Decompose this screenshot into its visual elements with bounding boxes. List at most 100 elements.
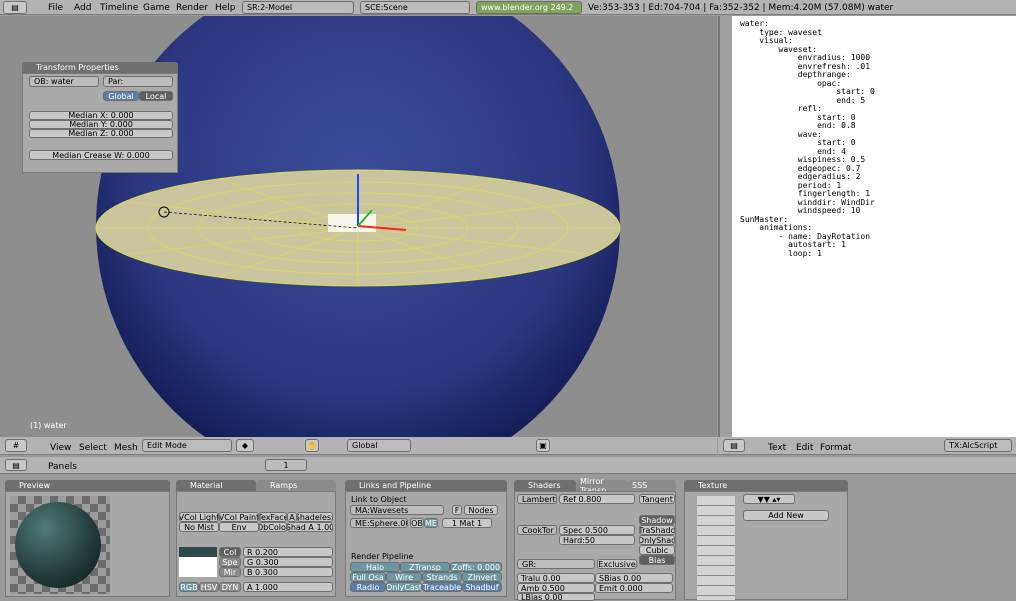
code-line[interactable]: loop: 1 [740, 249, 875, 259]
menu-edit[interactable]: Edit [794, 440, 815, 455]
menu-mesh[interactable]: Mesh [112, 440, 140, 455]
text-scrollbar[interactable] [720, 16, 732, 437]
editor-type-icon[interactable]: ▤ [3, 1, 27, 14]
menu-select[interactable]: Select [77, 440, 109, 455]
parent-field[interactable]: Par: [103, 76, 173, 87]
spec-slider[interactable]: Spec 0.500 [559, 525, 635, 535]
fake-user-button[interactable]: F [452, 505, 462, 515]
text-type-icon[interactable]: ▤ [723, 439, 745, 452]
menu-text[interactable]: Text [766, 440, 788, 455]
links-title[interactable]: Links and Pipeline [345, 480, 507, 491]
add-new-texture-button[interactable]: Add New [743, 510, 829, 521]
mat-index-field[interactable]: 1 Mat 1 [442, 518, 492, 528]
ob-link-button[interactable]: OB [410, 518, 424, 528]
zoffs-field[interactable]: Zoffs: 0.000 [450, 562, 502, 572]
zinvert-button[interactable]: ZInvert [462, 572, 502, 582]
vcol-light-button[interactable]: VCol Light [179, 512, 219, 522]
menu-game[interactable]: Game [141, 0, 172, 15]
median-x-field[interactable]: Median X: 0.000 [29, 111, 173, 120]
full-osa-button[interactable]: Full Osa [350, 572, 386, 582]
emit-slider[interactable]: Emit 0.000 [595, 583, 673, 593]
render-icon[interactable]: ▣ [536, 439, 550, 452]
scene-select[interactable]: SCE:Scene [360, 1, 470, 14]
texture-title[interactable]: Texture [684, 480, 848, 491]
texface-alpha-button[interactable]: A [287, 512, 297, 522]
mirror-transp-tab[interactable]: Mirror Transp [576, 477, 628, 495]
screen-select[interactable]: SR:2-Model [242, 1, 354, 14]
diffuse-shader-select[interactable]: Lambert [517, 494, 557, 504]
median-y-field[interactable]: Median Y: 0.000 [29, 120, 173, 129]
alpha-slider[interactable]: A 1.000 [243, 582, 333, 592]
mir-swatch[interactable] [179, 567, 217, 577]
mesh-name-field[interactable]: ME:Sphere.002 [350, 518, 408, 528]
tralu-slider[interactable]: Tralu 0.00 [517, 573, 595, 583]
menu-help[interactable]: Help [213, 0, 238, 15]
ztransp-button[interactable]: ZTransp [400, 562, 450, 572]
frame-field[interactable]: 1 [265, 459, 307, 471]
transform-panel-title[interactable]: Transform Properties [22, 62, 178, 73]
texface-button[interactable]: TexFace [259, 512, 287, 522]
global-toggle[interactable]: Global [103, 91, 139, 101]
menu-timeline[interactable]: Timeline [98, 0, 140, 15]
object-name-field[interactable]: OB: water [29, 76, 99, 87]
material-name-field[interactable]: MA:Wavesets [350, 505, 444, 515]
alcscript-code[interactable]: water: type: waveset visual: waveset: en… [740, 19, 875, 259]
hand-icon[interactable]: ✋ [305, 439, 319, 452]
mode-select[interactable]: Edit Mode [142, 439, 232, 452]
ref-slider[interactable]: Ref 0.800 [559, 494, 635, 504]
onlyshad-button[interactable]: OnlyShad [639, 535, 675, 545]
texture-arrows-icon[interactable]: ▼▼ ▴▾ [743, 494, 795, 504]
median-crease-field[interactable]: Median Crease W: 0.000 [29, 150, 173, 160]
specular-shader-select[interactable]: CookTor [517, 525, 557, 535]
b-slider[interactable]: B 0.300 [243, 567, 333, 577]
menu-view[interactable]: View [48, 440, 73, 455]
obcolor-button[interactable]: ObColor [259, 522, 287, 532]
menu-panels[interactable]: Panels [46, 459, 79, 474]
ramps-tab[interactable]: Ramps [256, 480, 336, 491]
trashadow-button[interactable]: TraShado [639, 525, 675, 535]
texture-channel-list[interactable] [697, 496, 735, 600]
dyn-button[interactable]: DYN [219, 582, 241, 592]
shadeless-button[interactable]: Shadeless [297, 512, 333, 522]
menu-format[interactable]: Format [818, 440, 854, 455]
material-tab[interactable]: Material [176, 480, 256, 491]
sss-tab[interactable]: SSS [628, 480, 676, 491]
preview-title[interactable]: Preview [5, 480, 170, 491]
tangent-button[interactable]: Tangent [639, 494, 675, 504]
g-slider[interactable]: G 0.300 [243, 557, 333, 567]
spe-button[interactable]: Spe [219, 557, 241, 567]
vcol-paint-button[interactable]: VCol Paint [219, 512, 259, 522]
shadow-button[interactable]: Shadow [639, 515, 675, 525]
halo-button[interactable]: Halo [350, 562, 400, 572]
sbias-slider[interactable]: SBias 0.00 [595, 573, 673, 583]
onlycast-button[interactable]: OnlyCast [386, 582, 422, 592]
orientation-select[interactable]: Global [347, 439, 411, 452]
view-type-icon[interactable]: # [5, 439, 27, 452]
shaders-tab[interactable]: Shaders [514, 480, 576, 491]
bias-button[interactable]: Bias [639, 555, 675, 565]
traceable-button[interactable]: Traceable [422, 582, 462, 592]
buttons-type-icon[interactable]: ▤ [5, 459, 27, 471]
local-toggle[interactable]: Local [139, 91, 173, 101]
spe-swatch[interactable] [179, 557, 217, 567]
menu-render[interactable]: Render [174, 0, 210, 15]
hsv-button[interactable]: HSV [199, 582, 219, 592]
col-button[interactable]: Col [219, 547, 241, 557]
env-button[interactable]: Env [219, 522, 259, 532]
menu-file[interactable]: File [46, 0, 65, 15]
strands-button[interactable]: Strands [422, 572, 462, 582]
rgb-button[interactable]: RGB [179, 582, 199, 592]
r-slider[interactable]: R 0.200 [243, 547, 333, 557]
median-z-field[interactable]: Median Z: 0.000 [29, 129, 173, 138]
wire-button[interactable]: Wire [386, 572, 422, 582]
nodes-button[interactable]: Nodes [464, 505, 498, 515]
shad-alpha-field[interactable]: Shad A 1.00 [287, 522, 333, 532]
col-swatch[interactable] [179, 547, 217, 557]
no-mist-button[interactable]: No Mist [179, 522, 219, 532]
menu-add[interactable]: Add [72, 0, 93, 15]
light-group-field[interactable]: GR: [517, 559, 595, 569]
pivot-icon[interactable]: ◆ [236, 439, 254, 452]
exclusive-button[interactable]: Exclusive [597, 559, 637, 569]
mir-button[interactable]: Mir [219, 567, 241, 577]
me-link-button[interactable]: ME [424, 518, 438, 528]
